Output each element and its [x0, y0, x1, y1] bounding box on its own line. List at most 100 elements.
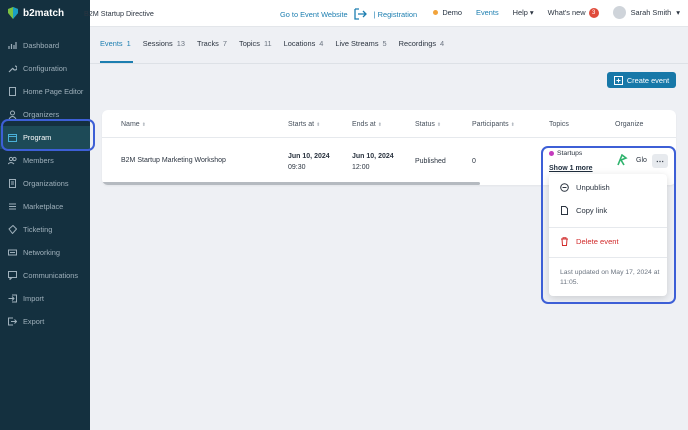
- import-icon: [8, 294, 17, 303]
- add-calendar-icon: [613, 75, 623, 85]
- sidebar-item-label: Program: [23, 133, 52, 142]
- avatar: [612, 6, 626, 19]
- sidebar-item-label: Home Page Editor: [23, 87, 84, 96]
- brand-name: b2match: [23, 7, 65, 19]
- sort-icon: ⬍: [316, 122, 321, 128]
- sidebar-item-label: Dashboard: [23, 41, 60, 50]
- tab-topics[interactable]: Topics 11: [239, 39, 272, 63]
- sort-icon: ⬍: [141, 122, 146, 128]
- column-header-status[interactable]: Status ⬍: [415, 121, 441, 128]
- sort-icon: ⬍: [510, 122, 515, 128]
- chevron-down-icon: ▾: [529, 8, 534, 17]
- sidebar-nav: Dashboard Configuration Home Page Editor…: [0, 34, 90, 333]
- sidebar-item-members[interactable]: Members: [0, 149, 90, 172]
- sidebar-item-home-page-editor[interactable]: Home Page Editor: [0, 80, 90, 103]
- sidebar-item-export[interactable]: Export: [0, 310, 90, 333]
- sidebar-item-import[interactable]: Import: [0, 287, 90, 310]
- user-menu[interactable]: Sarah Smith ▾: [612, 6, 680, 19]
- tab-count: 1: [126, 39, 131, 48]
- brand-logo[interactable]: b2match: [8, 7, 64, 19]
- tab-locations[interactable]: Locations 4: [284, 39, 324, 63]
- network-icon: [8, 249, 17, 256]
- create-event-label: Create event: [626, 75, 670, 85]
- column-header-participants[interactable]: Participants ⬍: [472, 121, 515, 128]
- tab-live-streams[interactable]: Live Streams 5: [335, 39, 386, 63]
- whats-new-button[interactable]: What's new 3: [547, 7, 599, 18]
- sidebar-item-organizations[interactable]: Organizations: [0, 172, 90, 195]
- tabs-divider: [90, 63, 688, 64]
- column-header-ends-at[interactable]: Ends at ⬍: [352, 121, 382, 128]
- sidebar-item-marketplace[interactable]: Marketplace: [0, 195, 90, 218]
- tab-tracks[interactable]: Tracks 7: [197, 39, 227, 63]
- tab-sessions[interactable]: Sessions 13: [143, 39, 185, 63]
- status-value: Published: [415, 158, 446, 165]
- whats-new-label: What's new: [547, 8, 586, 17]
- status-dot-icon: [433, 10, 439, 15]
- tab-count: 7: [222, 39, 227, 48]
- registration-link[interactable]: | Registration: [374, 10, 417, 19]
- users-icon: [8, 156, 17, 165]
- header-right: Demo Events Help ▾ What's new 3 Sarah Smi…: [433, 6, 680, 19]
- ticket-icon: [8, 225, 17, 234]
- whats-new-badge: 3: [588, 7, 599, 18]
- tab-count: 13: [176, 39, 185, 48]
- sort-icon: ⬍: [436, 122, 442, 128]
- sort-icon: ⬍: [377, 122, 382, 128]
- event-website-link[interactable]: Go to Event Website: [280, 10, 348, 19]
- header-label: Starts at: [288, 121, 315, 128]
- tab-count: 4: [319, 39, 324, 48]
- tab-recordings[interactable]: Recordings 4: [399, 39, 445, 63]
- tab-label: Live Streams: [335, 39, 379, 48]
- document-icon: [9, 87, 16, 96]
- help-menu[interactable]: Help ▾: [513, 8, 534, 17]
- column-header-starts-at[interactable]: Starts at ⬍: [288, 121, 320, 128]
- tab-label: Topics: [239, 39, 260, 48]
- chart-icon: [8, 42, 17, 49]
- sidebar-item-configuration[interactable]: Configuration: [0, 57, 90, 80]
- header-label: Participants: [472, 121, 509, 128]
- list-icon: [9, 203, 16, 210]
- sidebar-item-ticketing[interactable]: Ticketing: [0, 218, 90, 241]
- demo-status[interactable]: Demo: [433, 8, 462, 17]
- help-label: Help: [512, 8, 528, 17]
- tab-label: Locations: [283, 39, 316, 48]
- create-event-button[interactable]: Create event: [607, 72, 676, 88]
- sidebar-item-dashboard[interactable]: Dashboard: [0, 34, 90, 57]
- event-title: B2M Startup Directive: [84, 9, 154, 18]
- horizontal-scrollbar[interactable]: [102, 182, 480, 185]
- wrench-icon: [8, 65, 17, 73]
- end-date: Jun 10, 2024: [352, 153, 394, 160]
- sidebar-item-program[interactable]: Program: [0, 126, 90, 149]
- events-link[interactable]: Events: [476, 8, 499, 17]
- participants-value: 0: [472, 158, 476, 165]
- sidebar-item-label: Configuration: [23, 64, 67, 73]
- sidebar-item-label: Marketplace: [23, 202, 64, 211]
- event-name[interactable]: B2M Startup Marketing Workshop: [121, 157, 226, 164]
- sidebar-item-label: Export: [23, 317, 45, 326]
- sidebar: b2match Dashboard Configuration Home Pag…: [0, 0, 90, 430]
- sidebar-item-organizers[interactable]: Organizers: [0, 103, 90, 126]
- tab-count: 11: [263, 39, 272, 48]
- export-icon: [8, 317, 17, 326]
- demo-label: Demo: [442, 8, 463, 17]
- header-label: Status: [415, 121, 435, 128]
- tab-label: Sessions: [142, 39, 173, 48]
- user-name: Sarah Smith: [630, 8, 672, 17]
- tab-label: Tracks: [196, 39, 219, 48]
- b2match-logo-icon: [8, 7, 18, 19]
- header-links: Go to Event Website | Registration: [280, 8, 417, 20]
- start-time: 09:30: [288, 164, 306, 171]
- column-header-topics: Topics: [549, 121, 569, 128]
- tab-events[interactable]: Events 1: [100, 39, 133, 63]
- registration-icon: [354, 8, 367, 20]
- column-header-name[interactable]: Name ⬍: [121, 121, 146, 128]
- building-icon: [9, 179, 16, 188]
- calendar-icon: [8, 134, 17, 142]
- sidebar-item-label: Organizations: [23, 179, 69, 188]
- header-label: Name: [121, 121, 140, 128]
- header-label: Ends at: [352, 121, 376, 128]
- sidebar-item-networking[interactable]: Networking: [0, 241, 90, 264]
- chevron-down-icon: ▾: [676, 8, 680, 17]
- sidebar-item-communications[interactable]: Communications: [0, 264, 90, 287]
- tab-count: 5: [382, 39, 387, 48]
